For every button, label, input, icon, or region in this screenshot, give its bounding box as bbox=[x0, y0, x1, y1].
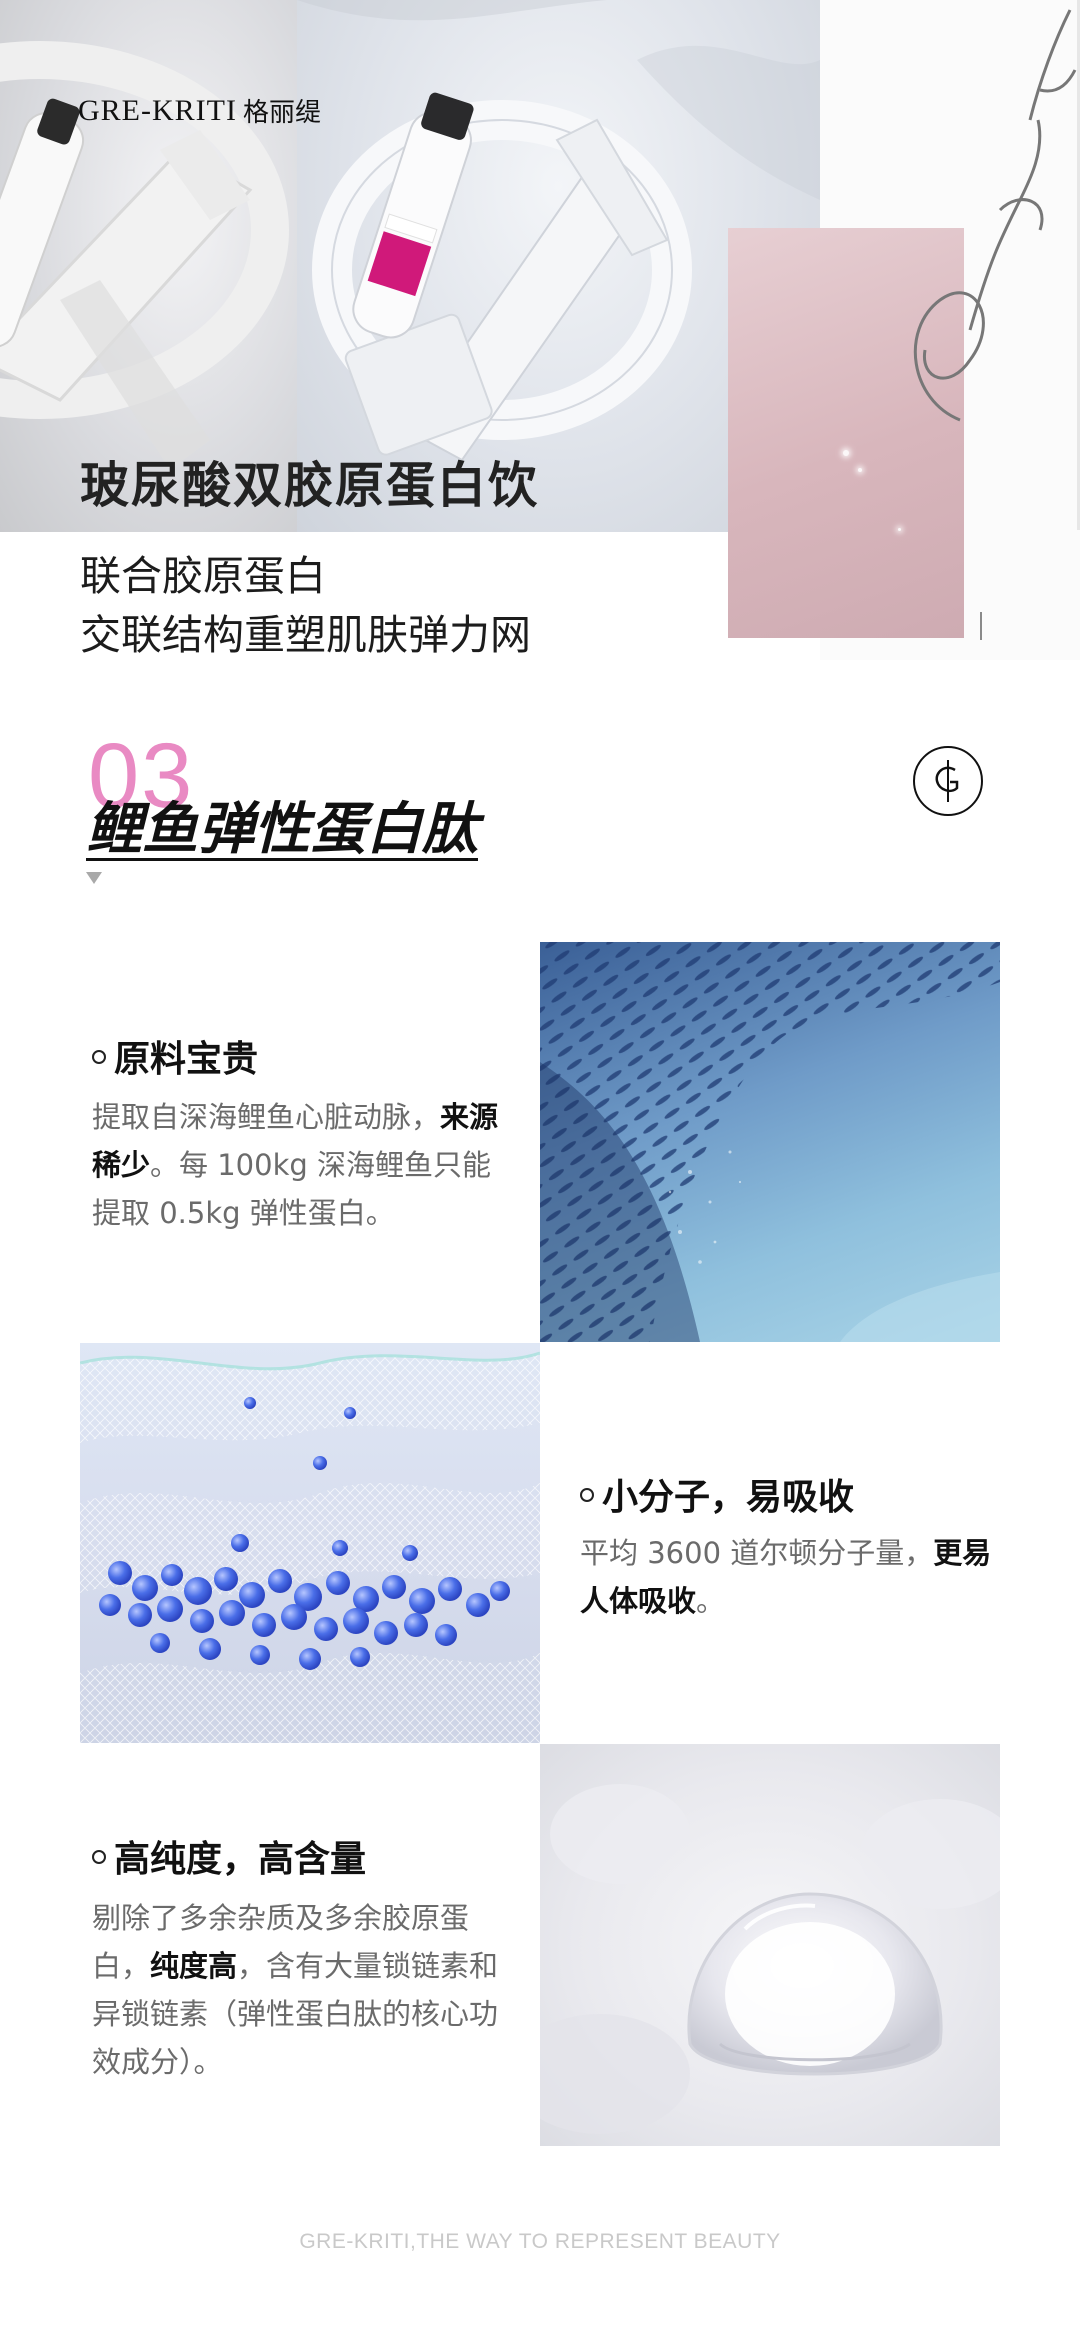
feature-body-1: 提取自深海鲤鱼心脏动脉，来源稀少。每 100kg 深海鲤鱼只能提取 0.5kg … bbox=[92, 1093, 512, 1237]
footer-tagline: GRE-KRITI,THE WAY TO REPRESENT BEAUTY bbox=[299, 2230, 781, 2253]
feature-title-text: 原料宝贵 bbox=[114, 1039, 259, 1080]
triangle-down-icon bbox=[86, 872, 102, 884]
bullet-circle-icon bbox=[580, 1488, 594, 1502]
sparkle-decoration bbox=[898, 528, 901, 531]
gel-bubble-image bbox=[540, 1744, 1000, 2146]
feature-title-3: 高纯度，高含量 bbox=[92, 1830, 366, 1882]
brand-monogram-icon bbox=[913, 746, 983, 816]
brand-logo: GRE-KRITI 格丽缇 bbox=[78, 92, 321, 129]
feature-title-text: 小分子，易吸收 bbox=[602, 1477, 855, 1518]
feature-title-text: 高纯度，高含量 bbox=[114, 1839, 367, 1880]
feature-body-text: 。每 100kg 深海鲤鱼只能提取 0.5kg 弹性蛋白。 bbox=[92, 1148, 492, 1230]
brand-name-en: GRE-KRITI bbox=[78, 93, 237, 127]
sparkle-decoration bbox=[843, 450, 849, 456]
molecule-mesh-image bbox=[80, 1343, 540, 1743]
fish-school-image bbox=[540, 942, 1000, 1342]
feature-body-2: 平均 3600 道尔顿分子量，更易人体吸收。 bbox=[580, 1529, 1000, 1625]
script-signature-decoration bbox=[913, 9, 1077, 422]
hero-subtitle-line1: 联合胶原蛋白 bbox=[80, 552, 326, 600]
feature-body-text: 平均 3600 道尔顿分子量， bbox=[580, 1536, 934, 1570]
sparkle-decoration bbox=[858, 468, 862, 472]
brand-name-cn: 格丽缇 bbox=[242, 98, 321, 128]
section-title: 鲤鱼弹性蛋白肽 bbox=[86, 797, 478, 862]
feature-body-highlight: 纯度高 bbox=[150, 1949, 238, 1983]
bullet-circle-icon bbox=[92, 1050, 106, 1064]
feature-title-2: 小分子，易吸收 bbox=[580, 1468, 854, 1520]
bullet-circle-icon bbox=[92, 1850, 106, 1864]
short-divider-line bbox=[980, 612, 982, 640]
hero-subtitle-line2: 交联结构重塑肌肤弹力网 bbox=[80, 611, 531, 659]
feature-body-3: 剔除了多余杂质及多余胶原蛋白，纯度高，含有大量锁链素和异锁链素（弹性蛋白肽的核心… bbox=[92, 1894, 512, 2086]
feature-body-text: 。 bbox=[696, 1584, 726, 1618]
feature-body-text: 提取自深海鲤鱼心脏动脉， bbox=[92, 1100, 441, 1134]
hero-title: 玻尿酸双胶原蛋白饮 bbox=[80, 457, 540, 514]
feature-title-1: 原料宝贵 bbox=[92, 1030, 258, 1082]
